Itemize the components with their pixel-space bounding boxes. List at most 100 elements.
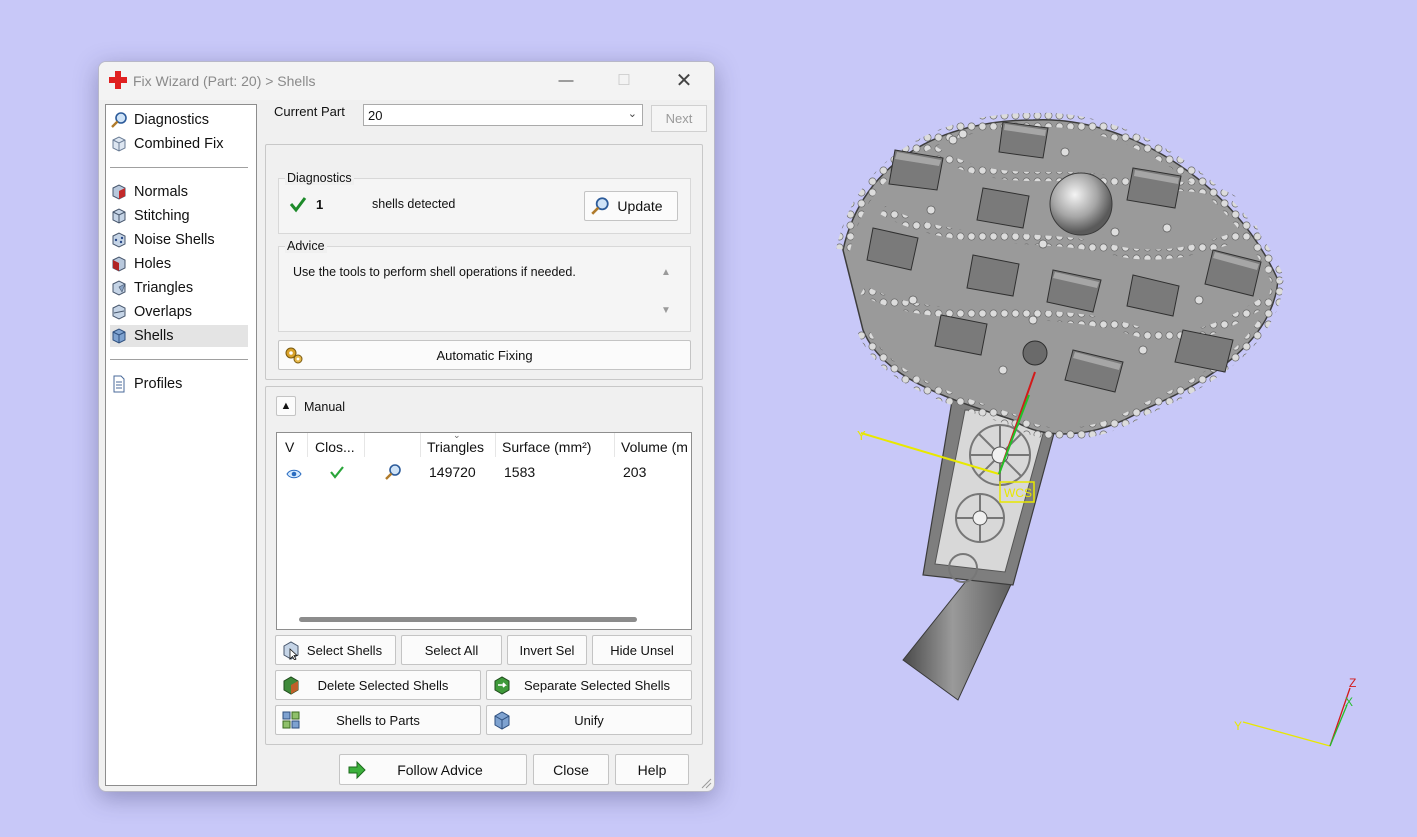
advice-text: Use the tools to perform shell operation… [293,265,576,279]
magnifier-icon[interactable] [384,463,402,481]
select-cube-icon [283,641,299,660]
separate-icon [494,676,510,695]
nav-item-stitching[interactable]: Stitching [110,205,248,227]
select-all-button[interactable]: Select All [401,635,502,665]
automatic-fixing-label: Automatic Fixing [436,347,533,363]
scroll-up-icon[interactable]: ▲ [661,267,671,278]
unify-button[interactable]: Unify [486,705,692,735]
shells-to-parts-button[interactable]: Shells to Parts [275,705,481,735]
shells-table[interactable]: V Clos... ⌄ Triangles Surface (mm²) Volu… [276,430,692,630]
wizard-nav: Diagnostics Combined Fix Normals Stitchi… [105,104,257,786]
checkmark-icon [289,197,307,213]
nav-item-combined-fix[interactable]: Combined Fix [110,133,248,155]
cell-triangles: 149720 [429,464,476,480]
horizontal-scrollbar[interactable] [299,617,637,622]
nav-item-label: Profiles [134,376,183,392]
minimize-button[interactable]: — [546,66,586,96]
scroll-down-icon[interactable]: ▼ [661,305,671,316]
gears-icon [285,347,303,364]
nav-item-label: Stitching [134,208,190,224]
3d-viewport[interactable]: Y WCS Y Z X [713,0,1417,837]
cell-surface: 1583 [504,464,536,480]
current-part-value: 20 [368,108,383,123]
document-icon [113,375,125,393]
advice-title: Advice [285,239,327,253]
nav-item-label: Normals [134,184,188,200]
column-header-triangles[interactable]: Triangles [427,439,484,455]
shells-count: 1 [316,197,324,212]
wcs-axis-y-label: Y [857,428,866,443]
magnifier-icon [591,197,609,215]
nav-item-shells[interactable]: Shells [110,325,248,347]
separate-selected-label: Separate Selected Shells [524,677,670,693]
column-header-surface[interactable]: Surface (mm²) [502,439,591,455]
diagnostics-message: shells detected [372,197,456,211]
nav-item-diagnostics[interactable]: Diagnostics [110,109,248,131]
noise-cube-icon [112,232,126,248]
nav-divider [110,167,248,168]
nav-item-overlaps[interactable]: Overlaps [110,301,248,323]
select-shells-label: Select Shells [306,642,383,658]
column-divider [614,433,615,457]
column-header-volume[interactable]: Volume (m [621,439,688,455]
arrow-right-icon [348,760,366,779]
diagnostics-group: Diagnostics 1 shells detected Update [278,171,691,234]
current-part-select[interactable]: 20 ⌄ [363,104,643,126]
nav-item-profiles[interactable]: Profiles [110,373,248,395]
overlaps-cube-icon [112,304,126,320]
triad-y-label: Y [1234,719,1242,733]
fix-wizard-window: Fix Wizard (Part: 20) > Shells — ☐ ✕ Dia… [98,61,715,792]
current-part-label: Current Part [274,104,345,119]
nav-item-noise-shells[interactable]: Noise Shells [110,229,248,251]
manual-title: Manual [304,400,345,414]
collapse-manual-button[interactable]: ▲ [276,396,296,416]
maximize-button[interactable]: ☐ [604,66,644,96]
nav-item-normals[interactable]: Normals [110,181,248,203]
red-cross-icon [109,71,127,89]
nav-item-holes[interactable]: Holes [110,253,248,275]
nav-item-label: Triangles [134,280,194,296]
nav-item-label: Holes [134,256,172,272]
follow-advice-label: Follow Advice [397,761,483,778]
delete-selected-shells-button[interactable]: Delete Selected Shells [275,670,481,700]
shells-to-parts-icon [282,711,300,729]
close-window-button[interactable]: ✕ [664,66,704,96]
select-shells-button[interactable]: Select Shells [275,635,396,665]
next-button[interactable]: Next [651,105,707,132]
follow-advice-button[interactable]: Follow Advice [339,754,527,785]
holes-cube-icon [112,256,126,272]
stitching-cube-icon [112,208,126,224]
update-label: Update [617,198,663,214]
column-divider [495,433,496,457]
column-header-visible[interactable]: V [285,439,294,455]
nav-item-label: Overlaps [134,304,193,320]
unify-label: Unify [574,712,604,728]
eye-icon[interactable] [286,468,302,480]
update-button[interactable]: Update [584,191,678,221]
nav-item-label: Combined Fix [134,136,224,152]
help-button[interactable]: Help [615,754,689,785]
chevron-up-icon: ▲ [280,400,292,412]
delete-selected-label: Delete Selected Shells [317,677,449,693]
nav-item-label: Noise Shells [134,232,215,248]
column-header-closed[interactable]: Clos... [315,439,355,455]
shells-cube-icon [112,328,126,344]
delete-cube-icon [283,676,299,695]
close-button[interactable]: Close [533,754,609,785]
diagnostics-panel: Diagnostics 1 shells detected Update Adv… [265,144,703,380]
separate-selected-shells-button[interactable]: Separate Selected Shells [486,670,692,700]
column-divider [307,433,308,457]
invert-selection-button[interactable]: Invert Sel [507,635,587,665]
nav-item-label: Diagnostics [134,112,209,128]
title-bar[interactable]: Fix Wizard (Part: 20) > Shells — ☐ ✕ [99,62,714,100]
ring-model[interactable]: Y WCS Y Z X [713,0,1417,837]
resize-grip-icon[interactable] [700,777,712,789]
column-divider [420,433,421,457]
magnifier-icon [111,112,127,128]
nav-item-triangles[interactable]: Triangles [110,277,248,299]
cell-volume: 203 [623,464,647,480]
automatic-fixing-button[interactable]: Automatic Fixing [278,340,691,370]
unify-cube-icon [494,711,510,730]
hide-unselected-button[interactable]: Hide Unsel [592,635,692,665]
diagnostics-title: Diagnostics [285,171,354,185]
